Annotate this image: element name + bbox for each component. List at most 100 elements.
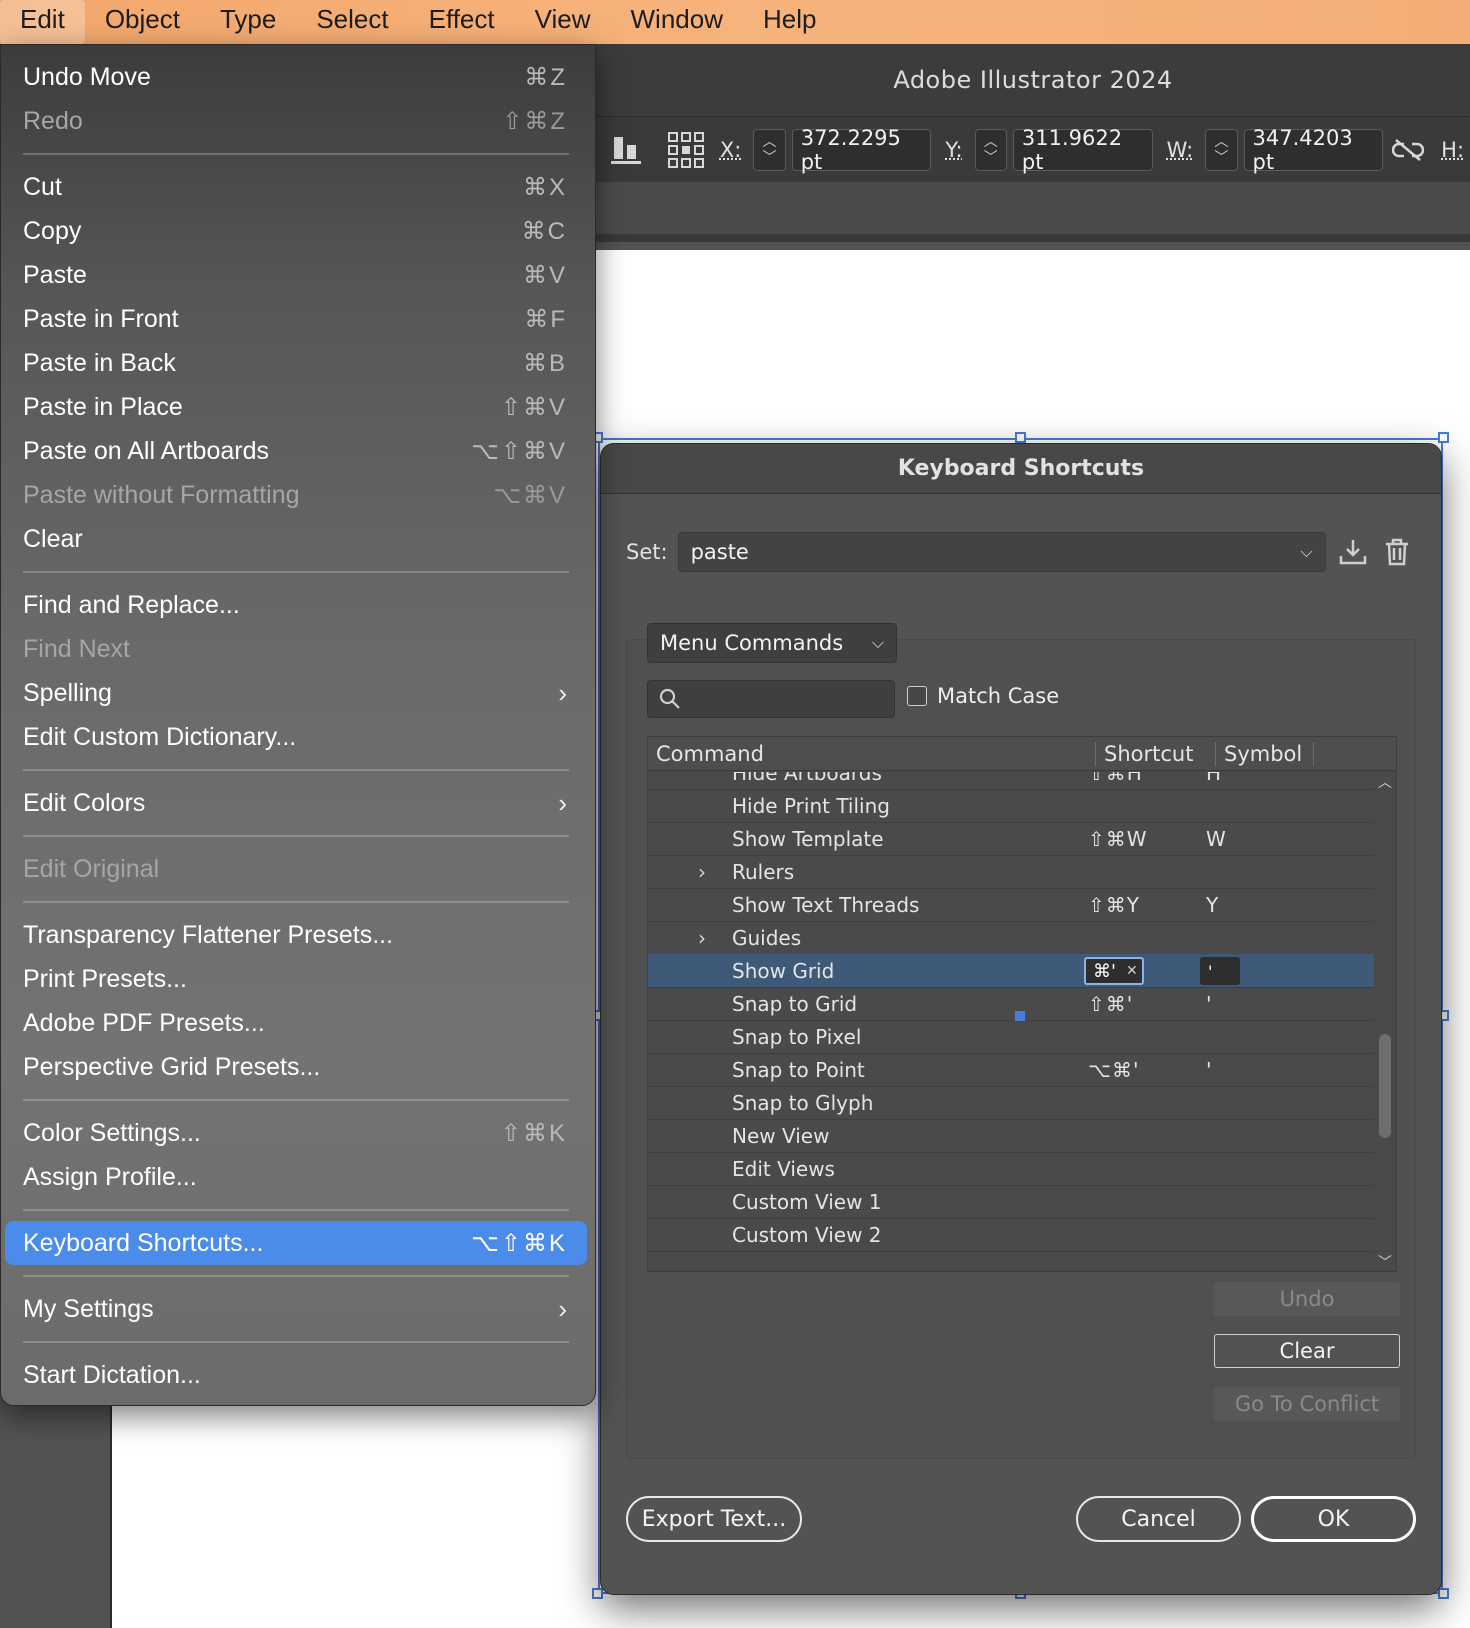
resize-handle-bottom-right[interactable] xyxy=(1438,1588,1449,1599)
menu-item-undo-move[interactable]: Undo Move ⌘Z xyxy=(1,55,595,99)
menu-commands-dropdown[interactable]: Menu Commands ⌵ xyxy=(647,623,897,663)
symbol-cell[interactable]: ' xyxy=(1206,1058,1212,1082)
table-row[interactable]: › Rulers xyxy=(648,855,1376,889)
export-text-button[interactable]: Export Text... xyxy=(626,1496,802,1542)
table-row[interactable]: New View xyxy=(648,1119,1376,1153)
table-row[interactable]: Hide Artboards ⇧⌘H H xyxy=(648,772,1376,790)
table-row[interactable]: Show Template ⇧⌘W W xyxy=(648,822,1376,856)
menu-item-paste-without-formatting[interactable]: Paste without Formatting ⌥⌘V xyxy=(1,473,595,517)
go-to-conflict-button[interactable]: Go To Conflict xyxy=(1214,1387,1400,1421)
scroll-down-icon[interactable]: ﹀ xyxy=(1374,1252,1396,1271)
w-input[interactable]: 347.4203 pt xyxy=(1243,126,1384,174)
menu-item-paste[interactable]: Paste ⌘V xyxy=(1,253,595,297)
set-dropdown[interactable]: paste ⌵ xyxy=(677,532,1326,572)
menubar-item-window[interactable]: Window xyxy=(611,0,743,44)
table-row[interactable]: Edit Views xyxy=(648,1152,1376,1186)
symbol-cell[interactable]: ' xyxy=(1206,992,1212,1016)
table-row[interactable]: Custom View 1 xyxy=(648,1185,1376,1219)
menubar-item-object[interactable]: Object xyxy=(85,0,200,44)
menu-item-transparency-flattener-presets[interactable]: Transparency Flattener Presets... xyxy=(1,913,595,957)
x-stepper[interactable]: ︿ ﹀ xyxy=(753,128,786,171)
expand-chevron-icon[interactable]: › xyxy=(698,926,706,950)
search-input[interactable] xyxy=(647,680,895,718)
checkbox-box[interactable] xyxy=(907,686,927,706)
x-input[interactable]: 372.2295 pt xyxy=(791,126,932,174)
table-row[interactable]: Hide Print Tiling xyxy=(648,789,1376,823)
shortcut-cell[interactable]: ⇧⌘W xyxy=(1088,827,1148,851)
column-header-symbol[interactable]: Symbol xyxy=(1216,741,1314,766)
y-input[interactable]: 311.9622 pt xyxy=(1012,126,1153,174)
table-row[interactable]: Snap to Glyph xyxy=(648,1086,1376,1120)
table-row[interactable]: Custom View 2 xyxy=(648,1218,1376,1252)
menu-item-edit-colors[interactable]: Edit Colors › xyxy=(1,781,595,825)
menubar-item-type[interactable]: Type xyxy=(200,0,296,44)
scroll-thumb[interactable] xyxy=(1379,1034,1391,1138)
menu-item-find-next[interactable]: Find Next xyxy=(1,627,595,671)
menu-item-shortcut: ⌘X xyxy=(522,173,567,201)
scroll-up-icon[interactable]: ︿ xyxy=(1374,772,1396,792)
menu-item-edit-original[interactable]: Edit Original xyxy=(1,847,595,891)
menu-item-find-and-replace[interactable]: Find and Replace... xyxy=(1,583,595,627)
align-bottom-icon[interactable] xyxy=(608,130,646,170)
column-header-command[interactable]: Command xyxy=(648,741,1096,766)
menu-item-paste-in-front[interactable]: Paste in Front ⌘F xyxy=(1,297,595,341)
menu-item-cut[interactable]: Cut ⌘X xyxy=(1,165,595,209)
close-icon[interactable]: ✕ xyxy=(1126,963,1138,979)
menu-item-redo[interactable]: Redo ⇧⌘Z xyxy=(1,99,595,143)
menu-item-paste-in-back[interactable]: Paste in Back ⌘B xyxy=(1,341,595,385)
menu-item-spelling[interactable]: Spelling › xyxy=(1,671,595,715)
save-set-icon[interactable] xyxy=(1336,535,1370,569)
cancel-button[interactable]: Cancel xyxy=(1076,1496,1241,1542)
resize-handle-top[interactable] xyxy=(1015,432,1026,443)
menu-item-paste-on-all-artboards[interactable]: Paste on All Artboards ⌥⇧⌘V xyxy=(1,429,595,473)
resize-handle-top-right[interactable] xyxy=(1438,432,1449,443)
menu-item-color-settings[interactable]: Color Settings... ⇧⌘K xyxy=(1,1111,595,1155)
menubar-item-help[interactable]: Help xyxy=(743,0,836,44)
column-header-shortcut[interactable]: Shortcut xyxy=(1096,741,1216,766)
menu-item-print-presets[interactable]: Print Presets... xyxy=(1,957,595,1001)
menu-item-assign-profile[interactable]: Assign Profile... xyxy=(1,1155,595,1199)
menu-item-start-dictation[interactable]: Start Dictation... xyxy=(1,1353,595,1397)
expand-chevron-icon[interactable]: › xyxy=(698,860,706,884)
table-row[interactable]: Show Text Threads ⇧⌘Y Y xyxy=(648,888,1376,922)
menu-item-clear[interactable]: Clear xyxy=(1,517,595,561)
set-label: Set: xyxy=(626,540,668,564)
unlink-proportions-icon[interactable] xyxy=(1389,130,1427,170)
table-scrollbar[interactable]: ︿ ﹀ xyxy=(1374,772,1396,1271)
menubar-item-effect[interactable]: Effect xyxy=(409,0,515,44)
shortcut-cell[interactable]: ⇧⌘' xyxy=(1088,992,1133,1016)
menubar-item-select[interactable]: Select xyxy=(296,0,408,44)
menu-item-shortcut: ⌥⇧⌘K xyxy=(471,1229,567,1257)
shortcut-edit-field[interactable]: ⌘' ✕ xyxy=(1084,957,1144,985)
menu-item-edit-custom-dictionary[interactable]: Edit Custom Dictionary... xyxy=(1,715,595,759)
menubar-item-view[interactable]: View xyxy=(515,0,611,44)
menu-item-keyboard-shortcuts[interactable]: Keyboard Shortcuts... ⌥⇧⌘K xyxy=(5,1221,587,1265)
menu-item-paste-in-place[interactable]: Paste in Place ⇧⌘V xyxy=(1,385,595,429)
menubar-item-edit[interactable]: Edit xyxy=(0,0,85,44)
undo-button[interactable]: Undo xyxy=(1214,1282,1400,1316)
menu-item-adobe-pdf-presets[interactable]: Adobe PDF Presets... xyxy=(1,1001,595,1045)
table-row[interactable]: Show Grid ⌘' ✕ ' xyxy=(648,954,1376,988)
symbol-cell[interactable]: H xyxy=(1206,772,1221,785)
symbol-cell[interactable]: W xyxy=(1206,827,1226,851)
match-case-checkbox[interactable]: Match Case xyxy=(907,684,1059,708)
symbol-edit-field[interactable]: ' xyxy=(1200,957,1240,985)
shortcut-cell[interactable]: ⌥⌘' xyxy=(1088,1058,1140,1082)
ok-button[interactable]: OK xyxy=(1251,1496,1416,1542)
shortcut-cell[interactable]: ⇧⌘Y xyxy=(1088,893,1140,917)
clear-button[interactable]: Clear xyxy=(1214,1334,1400,1368)
menu-item-copy[interactable]: Copy ⌘C xyxy=(1,209,595,253)
table-row[interactable]: Snap to Pixel xyxy=(648,1020,1376,1054)
menu-item-perspective-grid-presets[interactable]: Perspective Grid Presets... xyxy=(1,1045,595,1089)
trash-icon[interactable] xyxy=(1380,535,1414,569)
table-row[interactable]: › Guides xyxy=(648,921,1376,955)
table-row[interactable]: Snap to Point ⌥⌘' ' xyxy=(648,1053,1376,1087)
symbol-cell[interactable]: Y xyxy=(1206,893,1218,917)
reference-point-icon[interactable] xyxy=(666,130,706,170)
resize-handle-bottom-left[interactable] xyxy=(592,1588,603,1599)
table-row[interactable]: Snap to Grid ⇧⌘' ' xyxy=(648,987,1376,1021)
w-stepper[interactable]: ︿ ﹀ xyxy=(1205,128,1238,171)
y-stepper[interactable]: ︿ ﹀ xyxy=(974,128,1007,171)
menu-item-my-settings[interactable]: My Settings › xyxy=(1,1287,595,1331)
shortcut-cell[interactable]: ⇧⌘H xyxy=(1088,772,1143,785)
